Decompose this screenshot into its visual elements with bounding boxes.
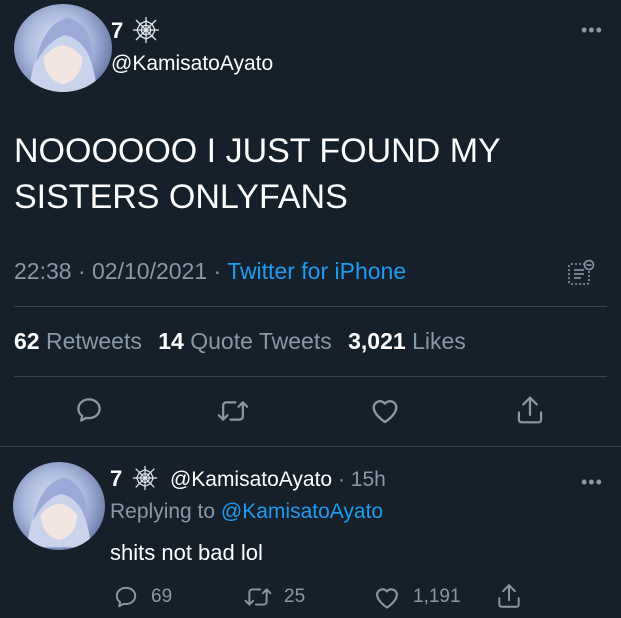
replying-to-handle[interactable]: @KamisatoAyato — [221, 500, 383, 523]
author-name[interactable]: 7 — [111, 18, 123, 44]
reply-text: shits not bad lol — [110, 540, 263, 565]
divider — [0, 446, 621, 447]
replying-to: Replying to @KamisatoAyato — [110, 500, 383, 524]
spider-web-icon — [133, 17, 159, 43]
author-avatar[interactable] — [14, 4, 112, 92]
retweet-count: 25 — [284, 586, 306, 607]
tweet-meta: 22:38 · 02/10/2021 · Twitter for iPhone — [14, 258, 406, 285]
retweet-icon — [217, 401, 249, 421]
spider-web-icon — [133, 465, 158, 491]
retweet-button[interactable] — [217, 396, 249, 426]
tweet-time: 22:38 — [14, 258, 72, 284]
tweet-stats: 62 Retweets 14 Quote Tweets 3,021 Likes — [14, 328, 466, 355]
likes-stat[interactable]: 3,021 Likes — [348, 328, 466, 354]
reply-header: 7 @KamisatoAyato · 15h — [110, 465, 386, 492]
replying-to-label: Replying to — [110, 500, 216, 523]
quote-tweets-stat[interactable]: 14 Quote Tweets — [158, 328, 331, 354]
reply-more-icon[interactable]: ••• — [581, 472, 603, 493]
heart-icon — [376, 588, 398, 609]
reply-author-handle[interactable]: @KamisatoAyato — [170, 468, 332, 491]
retweet-icon — [244, 588, 272, 606]
reply-share-button[interactable] — [496, 582, 522, 610]
reply-button[interactable] — [74, 395, 104, 425]
like-button[interactable] — [369, 395, 401, 425]
avatar-image — [28, 17, 98, 92]
analytics-icon[interactable] — [566, 258, 596, 288]
heart-icon — [372, 400, 398, 424]
retweets-stat[interactable]: 62 Retweets — [14, 328, 142, 354]
reply-icon — [77, 398, 101, 422]
share-button[interactable] — [515, 394, 545, 426]
reply-author-name[interactable]: 7 — [110, 466, 122, 491]
author-handle[interactable]: @KamisatoAyato — [111, 52, 273, 76]
tweet-source-link[interactable]: Twitter for iPhone — [227, 258, 406, 284]
reply-author-avatar[interactable] — [13, 462, 105, 550]
reply-separator: · — [337, 468, 351, 491]
reply-icon — [115, 586, 137, 608]
tweet-text: NOOOOOO I JUST FOUND MY SISTERS ONLYFANS — [14, 132, 501, 216]
reply-retweet-button[interactable]: 25 — [244, 584, 305, 610]
meta-separator: · — [213, 258, 228, 284]
share-icon — [517, 396, 543, 424]
more-icon[interactable]: ••• — [581, 20, 603, 41]
share-icon — [498, 584, 520, 608]
reply-count: 69 — [151, 586, 173, 607]
divider — [14, 376, 607, 377]
meta-separator: · — [77, 258, 93, 284]
reply-reply-button[interactable]: 69 — [113, 584, 172, 610]
like-count: 1,191 — [413, 586, 461, 607]
reply-like-button[interactable]: 1,191 — [373, 584, 461, 610]
avatar-image — [26, 477, 92, 548]
tweet-date: 02/10/2021 — [92, 258, 208, 284]
divider — [14, 306, 607, 307]
reply-timestamp[interactable]: 15h — [351, 468, 386, 491]
